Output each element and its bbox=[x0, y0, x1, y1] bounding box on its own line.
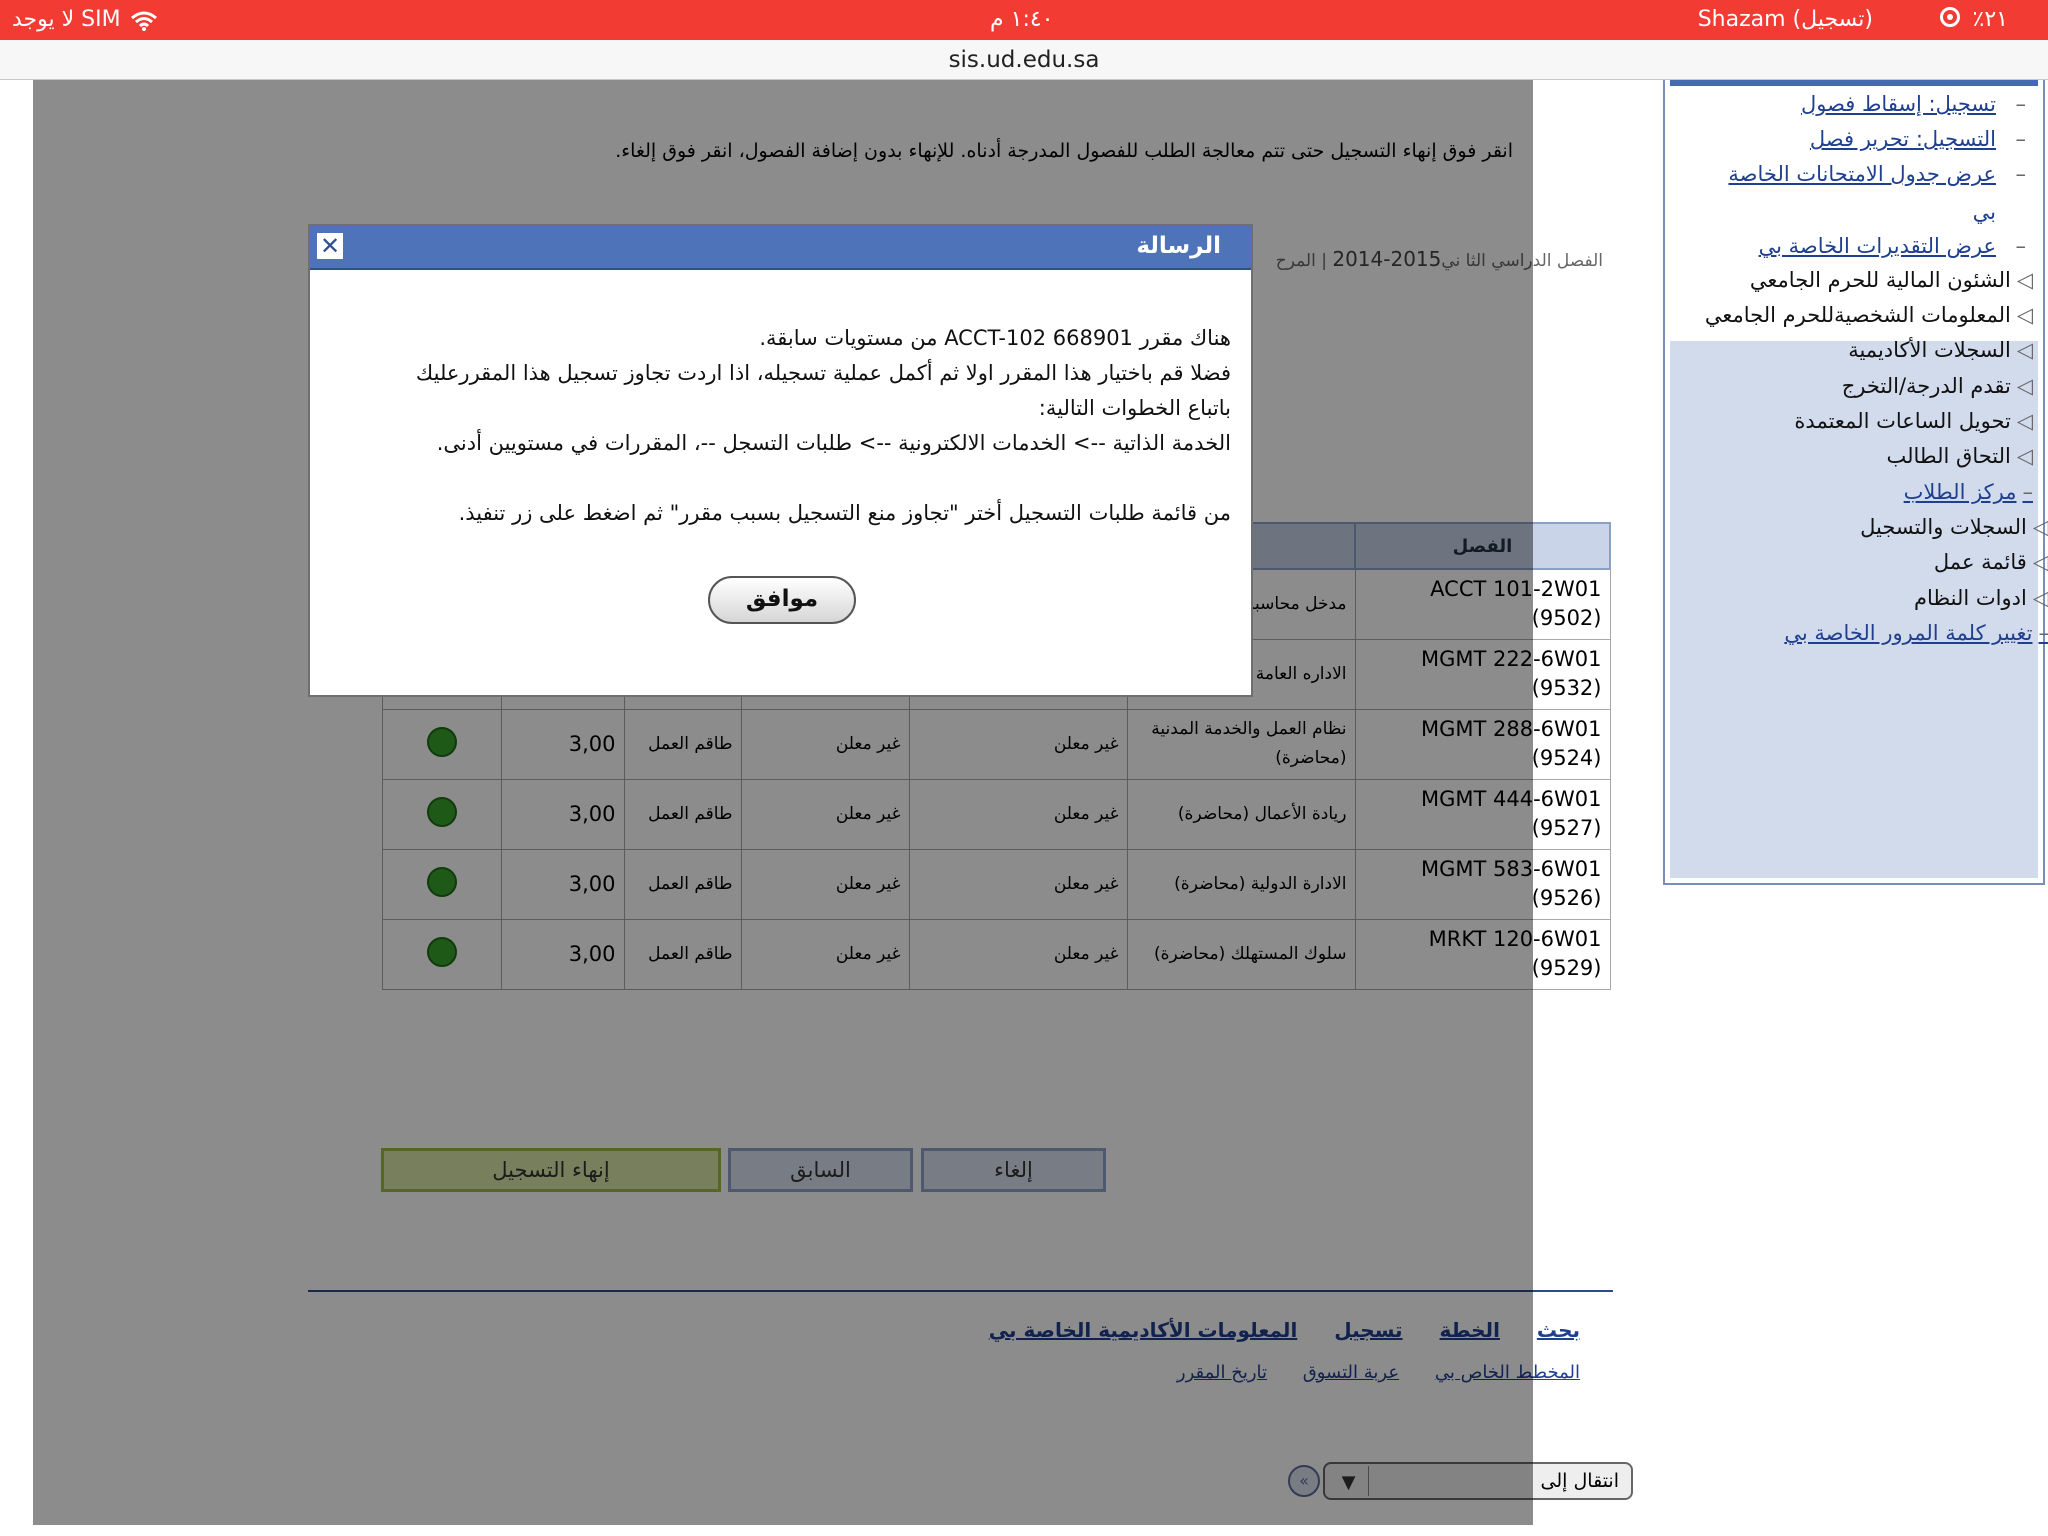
sidebar-item-enrollment[interactable]: ◁التحاق الطالب bbox=[1886, 444, 2033, 468]
message-dialog: الرسالة ✕ هناك مقرر ACCT-102 668901 من م… bbox=[308, 224, 1253, 697]
folder-arrow-icon: ◁ bbox=[2032, 550, 2048, 574]
dialog-line bbox=[370, 461, 1231, 496]
address-bar[interactable]: sis.ud.edu.sa bbox=[0, 40, 2048, 80]
sidebar-subitem-grades[interactable]: – عرض التقديرات الخاصة بي bbox=[1759, 234, 2026, 258]
sidebar-subitem-drop-classes[interactable]: – تسجيل: إسقاط فصول bbox=[1801, 92, 2026, 116]
folder-arrow-icon: ◁ bbox=[2016, 338, 2033, 362]
ok-button[interactable]: موافق bbox=[708, 576, 856, 624]
dialog-title-bar: الرسالة ✕ bbox=[310, 226, 1251, 270]
footer-link-search[interactable]: بحث bbox=[1537, 1318, 1580, 1342]
rotation-lock-icon bbox=[1940, 7, 1960, 27]
wifi-icon bbox=[131, 11, 157, 31]
sidebar-item-personal-info[interactable]: ◁المعلومات الشخصيةللحرم الجامعي bbox=[1705, 303, 2033, 327]
sidebar-item-degree-progress[interactable]: ◁تقدم الدرجة/التخرج bbox=[1842, 374, 2033, 398]
dialog-line: من قائمة طلبات التسجيل أختر "تجاوز منع ا… bbox=[458, 501, 1231, 525]
dialog-line: فضلا قم باختيار هذا المقرر اولا ثم أكمل … bbox=[415, 361, 1231, 420]
folder-arrow-icon: ◁ bbox=[2016, 303, 2033, 327]
sidebar-item-academic-records[interactable]: ◁السجلات الأكاديمية bbox=[1848, 338, 2033, 362]
folder-arrow-icon: ◁ bbox=[2032, 515, 2048, 539]
dialog-message: هناك مقرر ACCT-102 668901 من مستويات ساب… bbox=[370, 321, 1231, 531]
dialog-title: الرسالة bbox=[1136, 233, 1221, 259]
back-to-app-link[interactable]: Shazam (تسجيل) bbox=[1698, 7, 1873, 32]
sidebar-item-transfer-credit[interactable]: ◁تحويل الساعات المعتمدة bbox=[1794, 409, 2033, 433]
folder-arrow-icon: ◁ bbox=[2032, 586, 2048, 610]
status-bar: لا يوجد SIM ١:٤٠ م Shazam (تسجيل) ٪٢١ bbox=[0, 0, 2048, 40]
dialog-line: هناك مقرر ACCT-102 668901 من مستويات ساب… bbox=[759, 326, 1231, 350]
sidebar-item-records-registration[interactable]: ◁السجلات والتسجيل bbox=[1860, 515, 2048, 539]
folder-arrow-icon: ◁ bbox=[2016, 374, 2033, 398]
status-time: ١:٤٠ م bbox=[990, 7, 1054, 32]
battery-percent: ٪٢١ bbox=[1972, 7, 2008, 32]
sidebar-item-finance[interactable]: ◁الشئون المالية للحرم الجامعي bbox=[1750, 268, 2033, 292]
sidebar-item-change-password[interactable]: –تغيير كلمة المرور الخاصة بي bbox=[1784, 621, 2048, 645]
sidebar-subitem-exam-schedule-cont[interactable]: بي bbox=[1973, 200, 1996, 224]
folder-arrow-icon: ◁ bbox=[2016, 409, 2033, 433]
folder-arrow-icon: ◁ bbox=[2016, 268, 2033, 292]
sidebar-item-worklist[interactable]: ◁قائمة عمل bbox=[1934, 550, 2048, 574]
sidebar-menu: – تسجيل: إسقاط فصول – التسجيل: تحرير فصل –… bbox=[1663, 80, 2048, 885]
sidebar-subitem-edit-class[interactable]: – التسجيل: تحرير فصل bbox=[1810, 127, 2026, 151]
carrier-text: لا يوجد SIM bbox=[12, 7, 121, 32]
close-icon[interactable]: ✕ bbox=[317, 233, 343, 259]
dialog-line: الخدمة الذاتية --> الخدمات الالكترونية -… bbox=[436, 431, 1231, 455]
sidebar-subitem-exam-schedule[interactable]: – عرض جدول الامتحانات الخاصة bbox=[1728, 162, 2026, 186]
sidebar-item-system-tools[interactable]: ◁ادوات النظام bbox=[1914, 586, 2048, 610]
sidebar-item-student-center[interactable]: –مركز الطلاب bbox=[1904, 480, 2033, 504]
folder-arrow-icon: ◁ bbox=[2016, 444, 2033, 468]
jump-to-label: انتقال إلى bbox=[1540, 1470, 1619, 1492]
